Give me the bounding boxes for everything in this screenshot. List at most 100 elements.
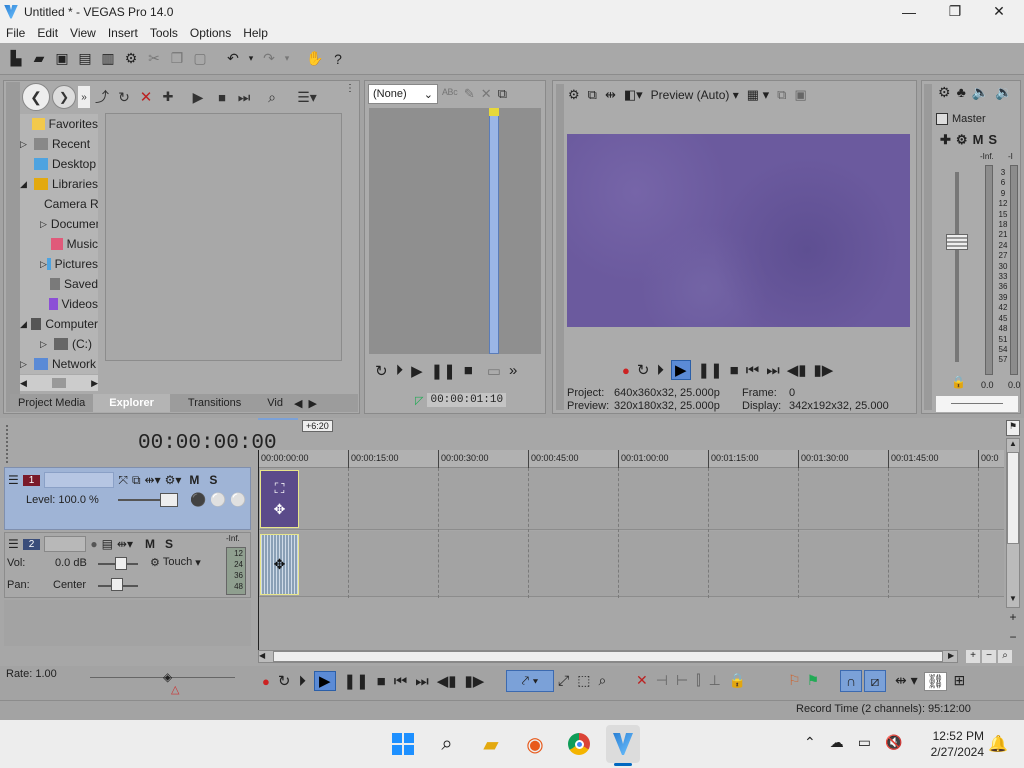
- zoom-in-horizontal-icon[interactable]: +: [966, 650, 980, 663]
- history-dropdown-icon[interactable]: »: [78, 86, 90, 108]
- menu-file[interactable]: File: [0, 26, 31, 40]
- arm-for-record-icon[interactable]: ●: [90, 537, 97, 551]
- speaker-icon[interactable]: 🔈: [972, 84, 989, 101]
- start-preview-icon[interactable]: ▶: [186, 89, 210, 106]
- refresh-icon[interactable]: ↻: [114, 89, 134, 106]
- notification-bell-icon[interactable]: 🔔: [988, 734, 1008, 754]
- master-settings-icon[interactable]: ⚙: [938, 84, 951, 101]
- downmix-icon[interactable]: ♣: [957, 84, 966, 101]
- menu-help[interactable]: Help: [237, 26, 274, 40]
- go-to-end-icon[interactable]: ⏭: [766, 362, 780, 379]
- master-fader-handle[interactable]: [946, 234, 968, 250]
- stop-icon[interactable]: ■: [464, 362, 473, 380]
- go-to-start-icon[interactable]: ⏮: [746, 362, 760, 379]
- undo-dropdown-icon[interactable]: ▾: [246, 49, 256, 69]
- automation-mode[interactable]: ⚙ Touch ▾: [150, 556, 201, 569]
- stop-preview-icon[interactable]: ■: [212, 90, 232, 105]
- minimize-button[interactable]: —: [886, 0, 932, 23]
- hscroll-right-icon[interactable]: ▶: [948, 651, 960, 662]
- tree-expander-icon[interactable]: ◢: [20, 319, 31, 330]
- timeline-prev-frame-icon[interactable]: ◀▮: [437, 672, 457, 690]
- zoom-out-vertical-icon[interactable]: −: [1006, 630, 1020, 644]
- master-gripper[interactable]: [924, 84, 932, 410]
- lock-envelopes-icon[interactable]: ⛓: [923, 672, 948, 691]
- tree-item[interactable]: ▷ Recent: [20, 134, 98, 154]
- audio-solo-button[interactable]: S: [165, 537, 173, 551]
- timeline-stop-icon[interactable]: ■: [377, 673, 386, 690]
- video-mute-button[interactable]: M: [189, 473, 199, 487]
- play-preview-icon[interactable]: ▶: [670, 360, 691, 380]
- empty-track-area[interactable]: [4, 600, 251, 646]
- loop-region[interactable]: [258, 418, 298, 426]
- trimmer-cursor[interactable]: [489, 110, 499, 354]
- video-level-slider-handle[interactable]: [160, 493, 178, 507]
- tree-hscrollbar[interactable]: ◀ ▶: [20, 375, 98, 391]
- save-snapshot-icon[interactable]: ▣: [794, 87, 806, 103]
- tree-expander-icon[interactable]: ▷: [40, 339, 54, 350]
- preview-settings-icon[interactable]: ⚙: [568, 87, 580, 103]
- delete-clip-icon[interactable]: ✕: [636, 672, 648, 689]
- zoom-edit-tool-icon[interactable]: ⌕: [598, 672, 606, 689]
- time-ruler[interactable]: 00:00:00:00 00:00:15:00 00:00:30:00 00:00:4…: [258, 450, 1004, 468]
- master-fader-track[interactable]: [955, 172, 959, 362]
- loop-icon[interactable]: ↻: [375, 362, 388, 380]
- minimize-track-icon[interactable]: ☰: [8, 473, 19, 487]
- file-list[interactable]: [105, 113, 342, 361]
- chrome-icon[interactable]: [564, 729, 594, 759]
- marker-flag-icon[interactable]: ⚑: [1006, 420, 1020, 436]
- auto-preview-icon[interactable]: ⏭: [234, 89, 254, 106]
- timeline-go-end-icon[interactable]: ⏭: [415, 673, 429, 690]
- audio-track-name-field[interactable]: [44, 536, 87, 552]
- track-motion-icon[interactable]: ⤧: [118, 473, 128, 488]
- minimize-audio-track-icon[interactable]: ☰: [8, 537, 19, 551]
- previous-frame-icon[interactable]: ◀▮: [787, 361, 807, 379]
- play-from-start-icon[interactable]: ⏵: [396, 362, 404, 380]
- more-icon[interactable]: »: [509, 362, 517, 380]
- parent-motion-icon[interactable]: ⚪: [230, 492, 246, 508]
- audio-fx-icon[interactable]: ▤: [102, 537, 113, 551]
- timeline-record-icon[interactable]: ●: [262, 674, 270, 689]
- auto-ripple-icon[interactable]: ⇹ ▾: [895, 672, 918, 691]
- start-button[interactable]: [388, 729, 418, 759]
- zoom-tool-icon[interactable]: ⌕: [998, 650, 1012, 663]
- timeline-play-from-start-icon[interactable]: ⏵: [298, 673, 306, 690]
- tree-expander-icon[interactable]: ▷: [40, 259, 47, 270]
- master-name-area[interactable]: [936, 396, 1018, 412]
- tree-item[interactable]: Music: [20, 234, 98, 254]
- tree-item[interactable]: Camera Roll: [20, 194, 98, 214]
- tabs-scroll-right-icon[interactable]: ▶: [305, 394, 319, 412]
- redo-icon[interactable]: ↷: [259, 49, 279, 69]
- tree-item[interactable]: Videos: [20, 294, 98, 314]
- master-solo-button[interactable]: S: [988, 132, 997, 148]
- video-track-settings-icon[interactable]: ⚙▾: [165, 473, 182, 487]
- vertical-scroll-thumb[interactable]: [1007, 452, 1019, 544]
- menu-options[interactable]: Options: [184, 26, 237, 40]
- tabs-scroll-left-icon[interactable]: ◀: [291, 394, 305, 412]
- tree-item[interactable]: ◢ Computer: [20, 314, 98, 334]
- add-to-timeline-icon[interactable]: ▭: [487, 362, 501, 380]
- video-clip[interactable]: ⛶ ✥: [260, 470, 299, 528]
- cloud-offline-icon[interactable]: ☁: [830, 734, 844, 751]
- insert-marker-icon[interactable]: ⚐: [788, 672, 801, 689]
- move-icon[interactable]: ✥: [274, 501, 286, 518]
- firefox-icon[interactable]: ◉: [520, 729, 550, 759]
- forward-button[interactable]: ❯: [52, 85, 76, 109]
- new-file-icon[interactable]: ▙: [6, 49, 26, 69]
- auto-crossfade-icon[interactable]: ⧄: [864, 670, 886, 692]
- trimmer-abc-icon[interactable]: ᴬᴮᶜ: [442, 86, 458, 102]
- overlays-icon[interactable]: ▦ ▾: [747, 87, 769, 103]
- add-to-favorites-icon[interactable]: ✚: [158, 89, 178, 105]
- make-compositing-icon[interactable]: ⚪: [210, 492, 226, 508]
- trimmer-edit-icon[interactable]: ✎: [464, 86, 475, 102]
- trimmer-clear-icon[interactable]: ✕: [481, 86, 492, 102]
- scroll-up-icon[interactable]: ▲: [1007, 439, 1019, 451]
- show-hidden-icons-icon[interactable]: ⌃: [804, 734, 816, 751]
- split-icon[interactable]: ⫿: [696, 672, 700, 689]
- tab-project-media[interactable]: Project Media: [10, 394, 93, 412]
- render-icon[interactable]: ▥: [98, 49, 118, 69]
- timeline-loop-icon[interactable]: ↻: [278, 672, 291, 690]
- loop-playback-icon[interactable]: ↻: [637, 361, 650, 379]
- tree-item[interactable]: ▷ (C:): [20, 334, 98, 354]
- tab-explorer[interactable]: Explorer: [93, 394, 170, 412]
- open-folder-icon[interactable]: ▰: [29, 49, 49, 69]
